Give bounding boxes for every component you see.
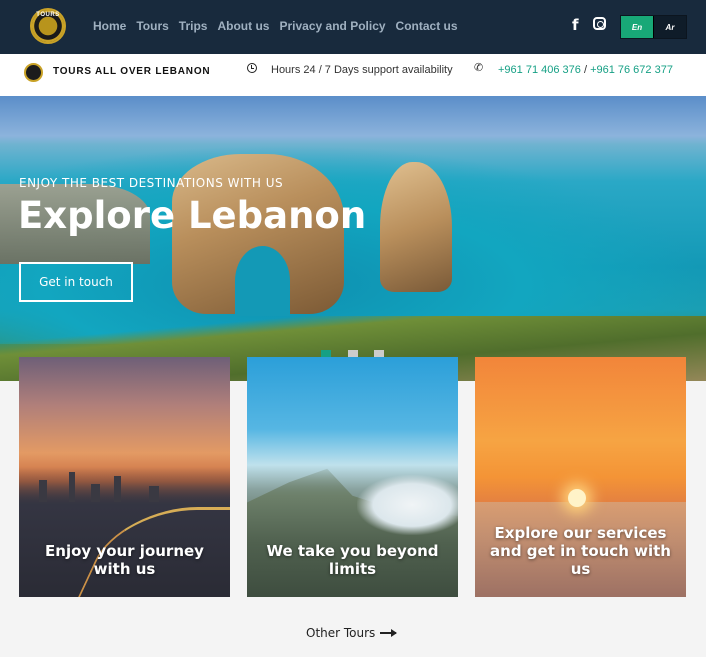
language-switcher: En Ar [620, 15, 687, 39]
hero-banner: ENJOY THE BEST DESTINATIONS WITH US Expl… [0, 96, 706, 381]
card-title: Enjoy your journey with us [45, 542, 204, 578]
brand-name: TOURS ALL OVER LEBANON [53, 66, 211, 77]
phone-numbers: +961 71 406 376 / +961 76 672 377 [498, 64, 673, 76]
clock-icon [247, 63, 257, 73]
phone-link-1[interactable]: +961 71 406 376 [498, 64, 581, 76]
slider-dot-3[interactable] [374, 350, 384, 357]
lang-ar-button[interactable]: Ar [653, 16, 686, 38]
phone-link-2[interactable]: +961 76 672 377 [590, 64, 673, 76]
nav-contact[interactable]: Contact us [396, 19, 458, 33]
card-title: We take you beyond limits [266, 542, 439, 578]
nav-about[interactable]: About us [217, 19, 269, 33]
brand-logo[interactable] [24, 63, 43, 82]
hero-title: Explore Lebanon [18, 194, 367, 237]
card-services[interactable]: Explore our services and get in touch wi… [475, 357, 686, 597]
site-logo[interactable]: TOURS [30, 8, 66, 44]
logo-text: TOURS [36, 12, 60, 18]
card-beyond-limits[interactable]: We take you beyond limits [247, 357, 458, 597]
hero-arch-opening [235, 246, 290, 316]
card-title: Explore our services and get in touch wi… [490, 524, 671, 578]
nav-links: Home Tours Trips About us Privacy and Po… [93, 19, 468, 33]
instagram-icon[interactable] [593, 17, 606, 30]
phone-icon: ✆ [474, 62, 484, 74]
hero-rock-pillar [380, 162, 452, 292]
nav-privacy[interactable]: Privacy and Policy [279, 19, 385, 33]
top-navbar: TOURS Home Tours Trips About us Privacy … [0, 0, 706, 54]
get-in-touch-button[interactable]: Get in touch [19, 262, 133, 302]
phone-separator: / [580, 64, 591, 76]
lang-en-button[interactable]: En [621, 16, 653, 38]
arrow-right-icon[interactable] [380, 629, 397, 637]
nav-trips[interactable]: Trips [179, 19, 208, 33]
nav-tours[interactable]: Tours [136, 19, 168, 33]
support-hours: Hours 24 / 7 Days support availability [271, 64, 453, 76]
slider-dot-1[interactable] [321, 350, 331, 357]
clouds-image [357, 475, 458, 535]
sun-image [568, 489, 586, 507]
other-tours-link[interactable]: Other Tours [306, 626, 375, 640]
nav-home[interactable]: Home [93, 19, 126, 33]
facebook-icon[interactable]: f [572, 16, 579, 34]
card-journey[interactable]: Enjoy your journey with us [19, 357, 230, 597]
info-bar: TOURS ALL OVER LEBANON Hours 24 / 7 Days… [0, 54, 706, 96]
hero-subtitle: ENJOY THE BEST DESTINATIONS WITH US [19, 176, 284, 190]
slider-dot-2[interactable] [348, 350, 358, 357]
